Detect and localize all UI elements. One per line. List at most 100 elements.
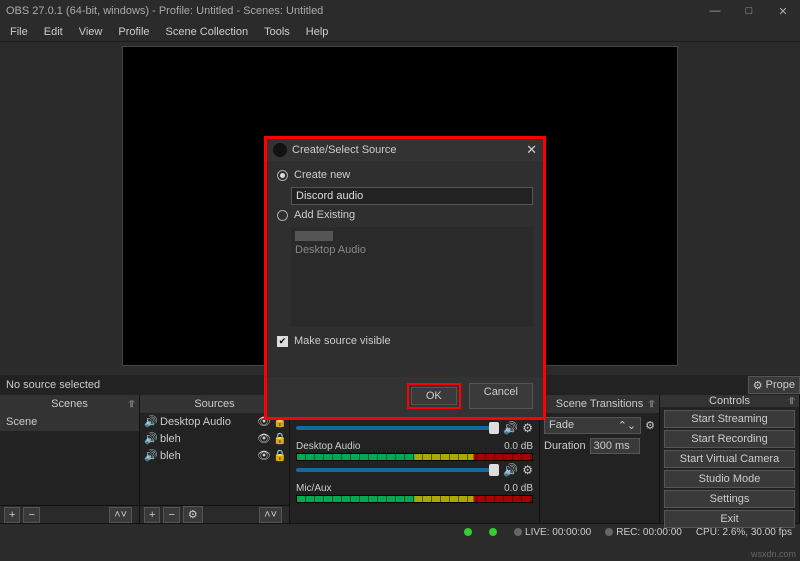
close-window-button[interactable]: ✕ bbox=[766, 0, 800, 22]
source-row[interactable]: 🔊 bleh 👁 🔒 bbox=[140, 430, 289, 447]
source-row[interactable]: 🔊 bleh 👁 🔒 bbox=[140, 447, 289, 464]
speaker-icon: 🔊 bbox=[144, 449, 156, 462]
properties-label: Prope bbox=[766, 379, 795, 391]
studio-mode-button[interactable]: Studio Mode bbox=[664, 470, 795, 488]
close-icon: ✕ bbox=[778, 5, 787, 18]
status-dot-2 bbox=[489, 527, 500, 538]
lock-icon[interactable]: 🔒 bbox=[273, 449, 285, 462]
sources-list[interactable]: 🔊 Desktop Audio 👁 🔒 🔊 bleh 👁 🔒 🔊 bleh 👁 … bbox=[140, 413, 289, 505]
create-new-label: Create new bbox=[294, 169, 350, 181]
mixer-track: Mic/Aux 0.0 dB bbox=[290, 481, 539, 507]
menubar: File Edit View Profile Scene Collection … bbox=[0, 22, 800, 42]
scenes-list[interactable]: Scene bbox=[0, 413, 139, 505]
menu-scene-collection[interactable]: Scene Collection bbox=[158, 24, 257, 40]
source-up-down-button[interactable]: ˄˅ bbox=[259, 507, 282, 523]
eye-icon[interactable]: 👁 bbox=[257, 449, 269, 462]
checkbox-icon: ✔ bbox=[277, 336, 288, 347]
exit-button[interactable]: Exit bbox=[664, 510, 795, 528]
scene-item[interactable]: Scene bbox=[0, 413, 139, 431]
scenes-header: Scenes ⥣ bbox=[0, 395, 139, 413]
transition-gear-icon[interactable]: ⚙ bbox=[645, 419, 655, 432]
source-name-input[interactable] bbox=[291, 187, 533, 205]
volume-meter bbox=[296, 495, 533, 503]
sources-title: Sources bbox=[194, 398, 234, 410]
make-visible-checkbox[interactable]: ✔ Make source visible bbox=[277, 335, 533, 347]
existing-sources-list[interactable]: Desktop Audio bbox=[291, 227, 533, 327]
speaker-icon: 🔊 bbox=[144, 432, 156, 445]
start-streaming-button[interactable]: Start Streaming bbox=[664, 410, 795, 428]
no-source-text: No source selected bbox=[0, 379, 182, 391]
source-name: bleh bbox=[160, 450, 253, 462]
track-gear-icon[interactable]: ⚙ bbox=[522, 463, 533, 477]
speaker-icon: 🔊 bbox=[144, 415, 156, 428]
source-add-button[interactable]: + bbox=[144, 507, 160, 523]
popout-icon[interactable]: ⥣ bbox=[788, 396, 795, 407]
source-name: Desktop Audio bbox=[160, 416, 253, 428]
create-select-source-dialog: Create/Select Source ✕ Create new Add Ex… bbox=[264, 136, 546, 420]
menu-profile[interactable]: Profile bbox=[110, 24, 157, 40]
menu-help[interactable]: Help bbox=[298, 24, 337, 40]
scene-remove-button[interactable]: − bbox=[23, 507, 39, 523]
maximize-icon: □ bbox=[746, 5, 753, 17]
mixer-track: Desktop Audio 0.0 dB 🔊 ⚙ bbox=[290, 439, 539, 481]
scene-up-down-button[interactable]: ˄˅ bbox=[109, 507, 132, 523]
controls-dock: Controls ⥣ Start Streaming Start Recordi… bbox=[660, 395, 800, 523]
start-recording-button[interactable]: Start Recording bbox=[664, 430, 795, 448]
titlebar: OBS 27.0.1 (64-bit, windows) - Profile: … bbox=[0, 0, 800, 22]
mute-icon[interactable]: 🔊 bbox=[503, 421, 518, 435]
cancel-button[interactable]: Cancel bbox=[469, 383, 533, 409]
mixer-track-db: 0.0 dB bbox=[504, 441, 533, 452]
popout-icon[interactable]: ⥣ bbox=[128, 399, 135, 410]
existing-item-highlight bbox=[295, 231, 333, 241]
controls-title: Controls bbox=[709, 395, 750, 407]
volume-slider[interactable] bbox=[296, 468, 499, 472]
settings-button[interactable]: Settings bbox=[664, 490, 795, 508]
controls-body: Start Streaming Start Recording Start Vi… bbox=[660, 407, 799, 531]
scenes-dock: Scenes ⥣ Scene + − ˄˅ bbox=[0, 395, 140, 523]
existing-item[interactable]: Desktop Audio bbox=[295, 244, 529, 256]
duration-input[interactable] bbox=[590, 438, 640, 454]
source-name: bleh bbox=[160, 433, 253, 445]
obs-icon bbox=[273, 143, 287, 157]
transition-select[interactable]: Fade ⌃⌄ bbox=[544, 417, 641, 434]
source-gear-button[interactable]: ⚙ bbox=[183, 506, 203, 523]
menu-file[interactable]: File bbox=[2, 24, 36, 40]
popout-icon[interactable]: ⥣ bbox=[648, 399, 655, 410]
lock-icon[interactable]: 🔒 bbox=[273, 432, 285, 445]
live-status: LIVE: 00:00:00 bbox=[514, 527, 591, 538]
transitions-dock: Scene Transitions ⥣ Fade ⌃⌄ ⚙ Duration bbox=[540, 395, 660, 523]
start-virtualcam-button[interactable]: Start Virtual Camera bbox=[664, 450, 795, 468]
ok-button[interactable]: OK bbox=[411, 387, 457, 405]
scene-add-button[interactable]: + bbox=[4, 507, 20, 523]
watermark: wsxdn.com bbox=[751, 549, 796, 559]
mute-icon[interactable]: 🔊 bbox=[503, 463, 518, 477]
mixer-track-db: 0.0 dB bbox=[504, 483, 533, 494]
window-controls: — □ ✕ bbox=[698, 0, 800, 22]
duration-label: Duration bbox=[544, 440, 586, 452]
volume-slider[interactable] bbox=[296, 426, 499, 430]
menu-view[interactable]: View bbox=[71, 24, 111, 40]
radio-icon bbox=[277, 210, 288, 221]
dialog-close-button[interactable]: ✕ bbox=[526, 142, 537, 158]
dialog-title-text: Create/Select Source bbox=[292, 144, 397, 156]
make-visible-label: Make source visible bbox=[294, 335, 391, 347]
maximize-button[interactable]: □ bbox=[732, 0, 766, 22]
transitions-body: Fade ⌃⌄ ⚙ Duration bbox=[540, 413, 659, 462]
sources-footer: + − ⚙ ˄˅ bbox=[140, 505, 289, 523]
properties-button[interactable]: ⚙ Prope bbox=[748, 376, 800, 394]
transitions-header: Scene Transitions ⥣ bbox=[540, 395, 659, 413]
menu-edit[interactable]: Edit bbox=[36, 24, 71, 40]
track-gear-icon[interactable]: ⚙ bbox=[522, 421, 533, 435]
source-remove-button[interactable]: − bbox=[163, 507, 179, 523]
gear-icon: ⚙ bbox=[753, 379, 763, 392]
minimize-button[interactable]: — bbox=[698, 0, 732, 22]
mixer-track-name: Mic/Aux bbox=[296, 483, 332, 494]
dialog-button-row: OK Cancel bbox=[267, 377, 543, 417]
ok-highlight: OK bbox=[407, 383, 461, 409]
menu-tools[interactable]: Tools bbox=[256, 24, 298, 40]
add-existing-radio[interactable]: Add Existing bbox=[277, 209, 533, 221]
create-new-radio[interactable]: Create new bbox=[277, 169, 533, 181]
eye-icon[interactable]: 👁 bbox=[257, 432, 269, 445]
window-title: OBS 27.0.1 (64-bit, windows) - Profile: … bbox=[6, 5, 698, 17]
add-existing-label: Add Existing bbox=[294, 209, 355, 221]
